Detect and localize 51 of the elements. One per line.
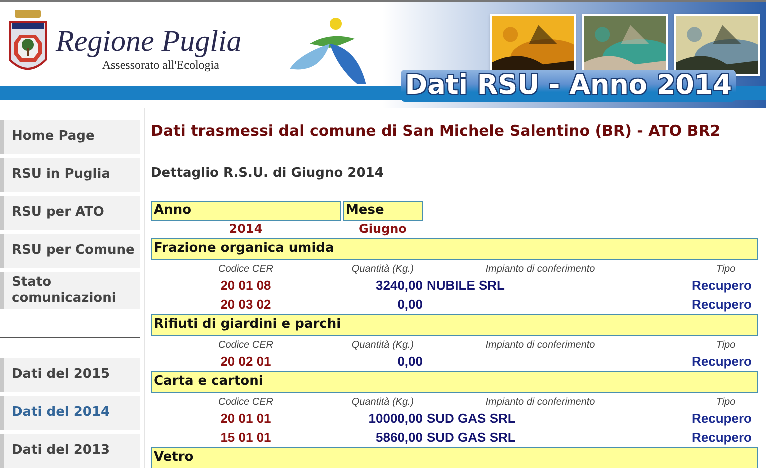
sidebar-item[interactable]: RSU per Comune — [0, 234, 140, 268]
table-cell: 0,00 — [398, 296, 423, 312]
sidebar-item[interactable]: Dati del 2014 — [0, 396, 140, 430]
sidebar-item[interactable]: RSU in Puglia — [0, 158, 140, 192]
section-header: Vetro — [151, 447, 758, 468]
column-label: Impianto di conferimento — [486, 397, 596, 409]
table-cell: 20 01 01 — [220, 410, 272, 426]
column-label: Quantità (Kg.) — [352, 397, 414, 409]
table-cell: 3240,00 — [376, 278, 423, 294]
table-cell: 20 01 08 — [220, 278, 272, 294]
column-label: Tipo — [715, 340, 736, 352]
site-title: Regione Puglia — [56, 26, 242, 58]
table-cell: 0,00 — [398, 354, 423, 370]
column-label: Impianto di conferimento — [486, 264, 596, 276]
sidebar-item[interactable]: Dati del 2015 — [0, 358, 140, 392]
column-header: Anno — [151, 201, 341, 221]
table-cell: 20 02 01 — [220, 354, 272, 370]
section-header: Carta e cartoni — [151, 371, 758, 393]
table-cell: 15 01 01 — [220, 430, 272, 446]
table-cell-text: Recupero — [691, 296, 752, 312]
table-cell: 10000,00 — [368, 410, 423, 426]
table-cell-text: Recupero — [691, 430, 752, 446]
table-cell-text: Recupero — [691, 410, 752, 426]
sidebar-item[interactable]: Dati del 2013 — [0, 434, 140, 468]
page-subtitle: Dettaglio R.S.U. di Giugno 2014 — [151, 166, 385, 182]
table-cell-text: Recupero — [691, 354, 752, 370]
table-cell: 20 03 02 — [220, 296, 272, 312]
column-label: Quantità (Kg.) — [352, 264, 414, 276]
column-label: Codice CER — [218, 340, 274, 352]
banner-title: Dati RSU - Anno 2014 — [401, 70, 736, 102]
sidebar-item[interactable]: Home Page — [0, 120, 140, 154]
section-header: Rifiuti di giardini e parchi — [151, 314, 758, 336]
table-cell: 5860,00 — [376, 430, 423, 446]
table-cell-text: Giugno — [358, 221, 408, 238]
column-label: Tipo — [715, 397, 736, 409]
table-cell-text: SUD GAS SRL — [426, 430, 516, 446]
sidebar-item[interactable]: RSU per ATO — [0, 196, 140, 230]
section-header: Frazione organica umida — [151, 238, 758, 260]
site-subtitle: Assessorato all'Ecologia — [101, 58, 220, 72]
column-label: Codice CER — [218, 264, 274, 276]
page-title: Dati trasmessi dal comune di San Michele Salentino (BR) - ATO BR2 — [151, 122, 722, 140]
sidebar-item[interactable]: Stato comunicazioni — [0, 272, 140, 310]
table-cell-text: Recupero — [691, 278, 752, 294]
column-label: Codice CER — [218, 397, 274, 409]
column-label: Quantità (Kg.) — [352, 340, 414, 352]
column-label: Impianto di conferimento — [486, 340, 596, 352]
table-cell-text: SUD GAS SRL — [426, 410, 516, 426]
column-header: Mese — [343, 201, 423, 221]
table-cell-text: 2014 — [228, 221, 264, 238]
table-cell-text: NUBILE SRL — [426, 278, 505, 294]
column-label: Tipo — [715, 264, 736, 276]
